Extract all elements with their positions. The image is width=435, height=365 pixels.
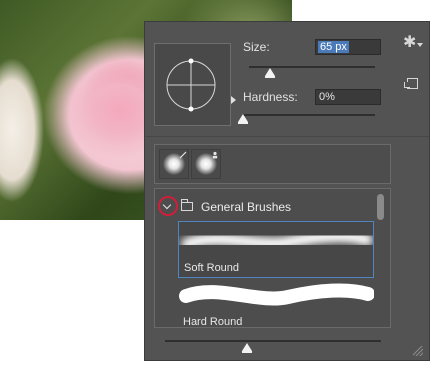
gear-icon[interactable]: ✱ [403, 35, 416, 51]
angle-arrow-icon[interactable] [231, 96, 236, 104]
recent-brush-1[interactable] [159, 149, 189, 179]
folder-icon [181, 199, 193, 211]
angle-roundness-diagram [166, 58, 216, 112]
hardness-label: Hardness: [243, 90, 298, 104]
group-expand-toggle[interactable] [158, 196, 178, 216]
panel-divider [145, 136, 429, 137]
hard-round-stroke-preview [179, 283, 374, 306]
recent-brushes-bar [154, 144, 391, 184]
size-field[interactable]: 65 px [315, 39, 381, 55]
brush-row-hard-round[interactable]: Hard Round [178, 282, 374, 328]
preview-size-slider-thumb[interactable] [242, 343, 253, 353]
size-slider-thumb[interactable] [265, 68, 276, 78]
hardness-slider-track[interactable] [243, 114, 375, 116]
recent-brush-2[interactable] [191, 149, 221, 179]
preview-size-slider-track[interactable] [165, 340, 381, 342]
brush-preset-picker-panel: ✱ Size: 65 px Hardness: 0% General Brush… [144, 21, 430, 361]
brush-group-label: General Brushes [201, 200, 292, 214]
brush-row-soft-round[interactable]: Soft Round [178, 221, 374, 278]
soft-round-stroke-preview [181, 230, 373, 250]
pressure-icon [179, 151, 187, 159]
roundness-handle-top [188, 58, 194, 64]
resize-grip-icon[interactable] [413, 346, 423, 356]
chevron-down-icon [162, 200, 172, 210]
brush-angle-roundness-widget[interactable] [154, 43, 236, 126]
size-label: Size: [243, 40, 270, 54]
size-value[interactable]: 65 px [318, 41, 349, 53]
hardness-field[interactable]: 0% [315, 89, 381, 105]
hardness-slider-thumb[interactable] [238, 114, 248, 124]
gear-menu-caret[interactable] [417, 43, 423, 47]
roundness-handle-bottom [188, 106, 194, 112]
brush-name-hard-round: Hard Round [183, 316, 243, 328]
brush-list-scrollbar[interactable] [377, 194, 384, 220]
new-preset-icon[interactable] [404, 78, 418, 89]
brush-name-soft-round: Soft Round [184, 262, 240, 274]
person-icon [212, 151, 218, 159]
